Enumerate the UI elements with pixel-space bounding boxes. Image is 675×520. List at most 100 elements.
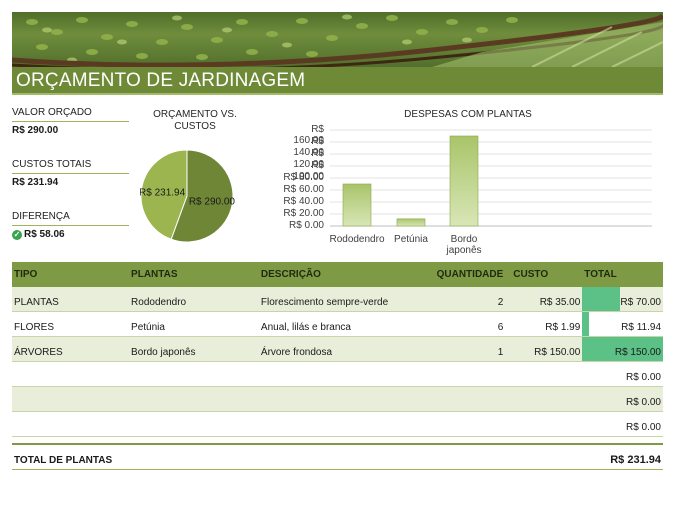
cell-descricao-text (261, 433, 433, 436)
cell-tipo-text (14, 433, 127, 436)
column-header-custo[interactable]: CUSTO (505, 262, 583, 287)
cell-custo[interactable]: R$ 150.00 (505, 336, 583, 362)
kpi-budget-label: VALOR ORÇADO (12, 107, 129, 122)
cell-total[interactable]: R$ 0.00 (582, 361, 663, 387)
cell-planta-text: Bordo japonês (131, 347, 196, 358)
cell-custo[interactable] (505, 411, 583, 437)
bar-0[interactable] (342, 183, 372, 227)
cell-tipo-text: FLORES (14, 322, 55, 333)
table-row: R$ 0.00 (12, 411, 663, 437)
y-tick-label: R$ 160.00 (293, 124, 324, 146)
cell-quantidade[interactable]: 6 (434, 311, 506, 337)
title-bar: ORÇAMENTO DE JARDINAGEM (12, 67, 663, 95)
cell-quantidade[interactable] (434, 411, 506, 437)
cell-descricao[interactable]: Árvore frondosa (258, 336, 435, 362)
y-tick-label: R$ 40.00 (283, 196, 324, 207)
total-row: TOTAL DE PLANTAS R$ 231.94 (12, 443, 663, 470)
kpi-difference-value[interactable]: ✓ R$ 58.06 (12, 229, 129, 240)
y-tick-label: R$ 0.00 (288, 220, 324, 231)
cell-total[interactable]: R$ 70.00 (582, 287, 663, 312)
table-row: FLORES Petúnia Anual, lilás e branca 6 R$ 1.… (12, 311, 663, 337)
cell-quantidade[interactable]: 1 (434, 336, 506, 362)
column-header-descricao[interactable]: DESCRIÇÃO (258, 262, 435, 287)
total-value[interactable]: R$ 231.94 (610, 454, 661, 466)
cell-tipo[interactable] (12, 386, 130, 412)
column-header-plantas[interactable]: PLANTAS (129, 262, 259, 287)
cell-custo[interactable]: R$ 35.00 (505, 287, 583, 312)
kpi-budget: VALOR ORÇADO R$ 290.00 (12, 107, 129, 136)
bar-chart[interactable] (330, 122, 652, 232)
header-banner-image (12, 12, 663, 67)
cell-quantidade-text: 6 (497, 322, 504, 333)
pie-slice-label-0: R$ 231.94 (140, 188, 186, 199)
cell-planta[interactable]: Bordo japonês (129, 336, 259, 362)
cell-planta-text (131, 383, 257, 386)
table-row: R$ 0.00 (12, 361, 663, 387)
column-header-total[interactable]: TOTAL (582, 262, 663, 287)
cell-total-text: R$ 150.00 (614, 347, 661, 358)
cell-total[interactable]: R$ 150.00 (582, 336, 663, 362)
table-row: ÁRVORES Bordo japonês Árvore frondosa 1 R$ 1… (12, 336, 663, 362)
cell-tipo[interactable]: PLANTAS (12, 287, 130, 312)
cell-total[interactable]: R$ 11.94 (582, 311, 663, 337)
cell-descricao-text: Florescimento sempre-verde (260, 297, 389, 308)
cell-custo[interactable] (505, 386, 583, 412)
cell-custo[interactable]: R$ 1.99 (505, 311, 583, 337)
cell-planta-text (131, 408, 257, 411)
page-title: ORÇAMENTO DE JARDINAGEM (16, 70, 306, 91)
cell-tipo[interactable] (12, 411, 130, 437)
cell-planta-text: Rododendro (131, 297, 187, 308)
cell-planta[interactable] (129, 411, 259, 437)
table-header-row: TIPO PLANTAS DESCRIÇÃO QUANTIDADE CUSTO … (12, 262, 663, 287)
cell-custo-text: R$ 35.00 (539, 297, 581, 308)
cell-planta[interactable] (129, 361, 259, 387)
cell-descricao[interactable] (258, 361, 435, 387)
table-row: PLANTAS Rododendro Florescimento sempre-ve… (12, 287, 663, 312)
column-header-tipo[interactable]: TIPO (12, 262, 130, 287)
cell-descricao[interactable] (258, 386, 435, 412)
x-tick-label: Bordo japonês (446, 234, 482, 256)
cell-tipo[interactable]: ÁRVORES (12, 336, 130, 362)
cell-quantidade-text (437, 408, 504, 411)
cell-custo-text (507, 433, 580, 436)
kpi-costs: CUSTOS TOTAIS R$ 231.94 (12, 159, 129, 188)
kpi-difference-label: DIFERENÇA (12, 211, 129, 226)
bar-chart-title: DESPESAS COM PLANTAS (404, 109, 532, 120)
cell-total-text: R$ 0.00 (625, 397, 661, 408)
cell-quantidade[interactable] (434, 361, 506, 387)
cell-total-text: R$ 0.00 (625, 372, 661, 383)
cell-tipo[interactable] (12, 361, 130, 387)
cell-planta[interactable]: Rododendro (129, 287, 259, 312)
y-tick-label: R$ 20.00 (283, 208, 324, 219)
cell-total[interactable]: R$ 0.00 (582, 386, 663, 412)
seeds-basket-illustration (12, 13, 663, 67)
cell-planta[interactable]: Petúnia (129, 311, 259, 337)
cell-quantidade-text: 1 (497, 347, 504, 358)
cell-tipo-text: ÁRVORES (14, 347, 63, 358)
bar-2[interactable] (449, 135, 479, 227)
cell-total-text: R$ 0.00 (625, 422, 661, 433)
cell-descricao-text: Anual, lilás e branca (260, 322, 351, 333)
cell-quantidade[interactable] (434, 386, 506, 412)
cell-tipo[interactable]: FLORES (12, 311, 130, 337)
cell-descricao-text: Árvore frondosa (260, 347, 333, 358)
cell-descricao[interactable]: Anual, lilás e branca (258, 311, 435, 337)
cell-custo-text (507, 408, 580, 411)
column-header-quantidade[interactable]: QUANTIDADE (434, 262, 506, 287)
cell-planta-text (131, 433, 257, 436)
kpi-difference: DIFERENÇA ✓ R$ 58.06 (12, 211, 129, 240)
bar-1[interactable] (396, 218, 426, 227)
cell-descricao[interactable] (258, 411, 435, 437)
cell-total-text: R$ 11.94 (621, 322, 661, 333)
total-label: TOTAL DE PLANTAS (14, 455, 113, 466)
kpi-budget-value[interactable]: R$ 290.00 (12, 125, 129, 136)
table-row: R$ 0.00 (12, 386, 663, 412)
cell-quantidade-text: 2 (497, 297, 504, 308)
cell-descricao[interactable]: Florescimento sempre-verde (258, 287, 435, 312)
pie-chart[interactable]: R$ 231.94R$ 290.00 (140, 145, 250, 250)
cell-total[interactable]: R$ 0.00 (582, 411, 663, 437)
cell-planta[interactable] (129, 386, 259, 412)
cell-quantidade[interactable]: 2 (434, 287, 506, 312)
cell-custo[interactable] (505, 361, 583, 387)
kpi-costs-value[interactable]: R$ 231.94 (12, 177, 129, 188)
